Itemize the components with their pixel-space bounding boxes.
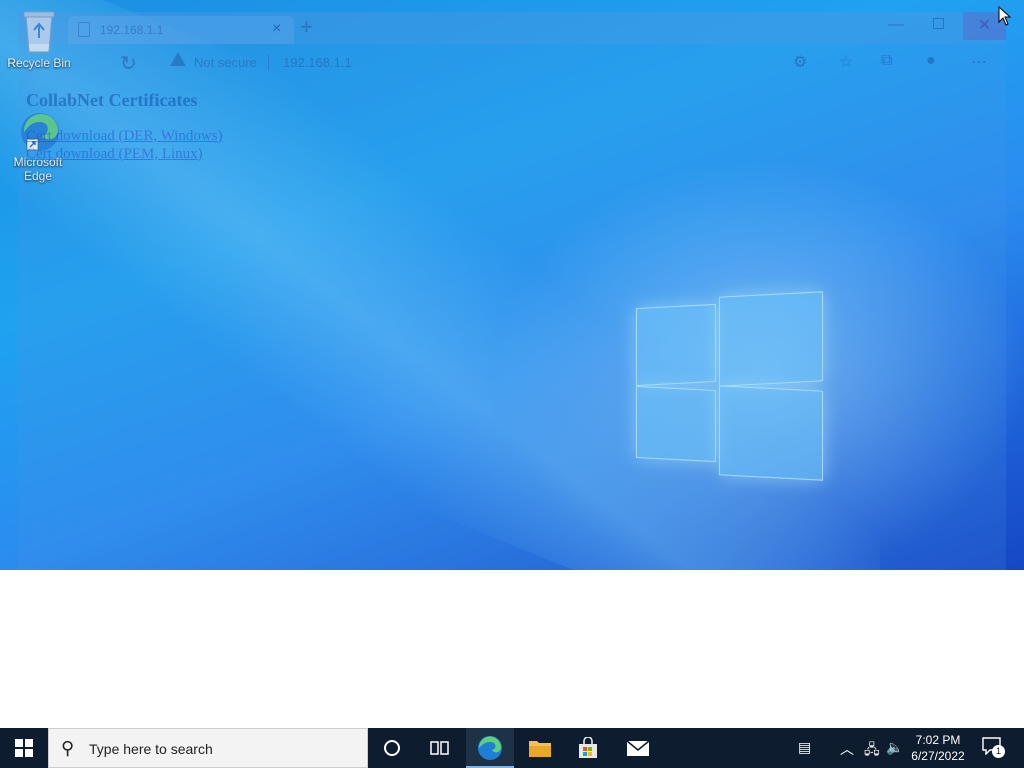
clock-date: 6/27/2022: [911, 749, 965, 763]
cortana-button[interactable]: [368, 728, 416, 768]
tracking-prevention-icon[interactable]: ⚙: [793, 52, 807, 72]
page-icon: [78, 22, 90, 37]
store-bag-icon: [579, 737, 597, 758]
chevron-up-icon[interactable]: ︿: [840, 739, 854, 759]
more-menu-icon[interactable]: ⋯: [971, 52, 987, 72]
tab-title: 192.168.1.1: [100, 23, 164, 37]
collections-icon[interactable]: ⧉: [881, 52, 892, 70]
profile-icon[interactable]: ●: [926, 52, 936, 70]
task-view-button[interactable]: [416, 728, 464, 768]
taskbar-edge-button[interactable]: [466, 728, 514, 768]
taskbar-file-explorer-button[interactable]: [516, 728, 564, 768]
minimize-button[interactable]: —: [888, 16, 904, 34]
refresh-icon[interactable]: ↻: [120, 51, 137, 76]
taskbar-mail-button[interactable]: [614, 728, 662, 768]
browser-tab[interactable]: 192.168.1.1 ×: [68, 16, 294, 44]
clock[interactable]: 7:02 PM 6/27/2022: [905, 732, 971, 764]
favorites-star-icon[interactable]: ☆: [839, 52, 853, 72]
start-button[interactable]: [0, 728, 48, 768]
folder-icon: [529, 741, 551, 757]
cert-pem-link[interactable]: Cert download (PEM, Linux): [26, 145, 223, 163]
cortana-circle-icon: [384, 740, 400, 756]
new-tab-button[interactable]: +: [300, 14, 313, 40]
network-icon[interactable]: 🖧: [864, 739, 880, 763]
volume-muted-icon[interactable]: 🔈: [886, 739, 903, 756]
taskbar: ⚲ Type here to search ▤ ︿ 🖧 🔈 7:02 PM 6/…: [0, 728, 1024, 768]
edge-icon: [478, 736, 502, 760]
maximize-button[interactable]: [933, 18, 944, 29]
task-view-icon: [430, 741, 449, 755]
taskbar-search-box[interactable]: ⚲ Type here to search: [48, 728, 368, 768]
page-content: CollabNet Certificates Cert download (DE…: [26, 90, 223, 163]
windows-start-icon: [15, 739, 33, 757]
search-placeholder: Type here to search: [89, 741, 213, 757]
cert-der-link[interactable]: Cert download (DER, Windows): [26, 127, 223, 145]
tab-bar: 192.168.1.1 × + — ✕: [18, 12, 1006, 44]
page-title: CollabNet Certificates: [26, 90, 198, 110]
address-bar: ↻ Not secure 192.168.1.1 ⚙ ☆ ⧉ ● ⋯: [18, 44, 1006, 80]
mouse-cursor-icon: [998, 6, 1012, 26]
tab-close-button[interactable]: ×: [272, 20, 281, 38]
desktop: Recycle Bin Microsoft Edge 192.168.1.1 ×…: [0, 0, 1024, 570]
taskbar-store-button[interactable]: [564, 728, 612, 768]
security-indicator[interactable]: Not secure: [194, 55, 257, 70]
mail-icon: [626, 740, 650, 756]
notification-count-badge: 1: [992, 745, 1005, 758]
warning-icon[interactable]: [170, 52, 186, 66]
news-widget-icon[interactable]: ▤: [798, 739, 811, 756]
browser-window: 192.168.1.1 × + — ✕ ↻ Not secure 192.168…: [18, 12, 1006, 570]
search-icon: ⚲: [61, 738, 75, 758]
clock-time: 7:02 PM: [915, 733, 961, 747]
divider: [268, 54, 269, 70]
url-field[interactable]: 192.168.1.1: [283, 55, 352, 70]
action-center-button[interactable]: 1: [982, 737, 1005, 758]
